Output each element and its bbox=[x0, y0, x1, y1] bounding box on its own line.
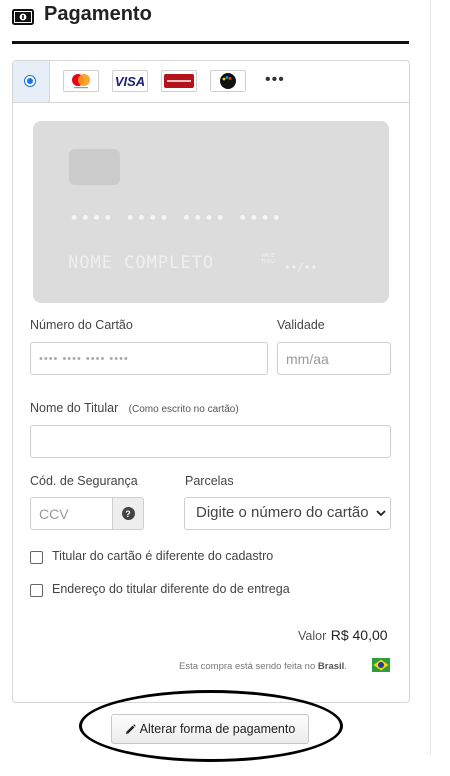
chevron-down-icon bbox=[372, 498, 390, 529]
section-title: Pagamento bbox=[44, 3, 152, 25]
visa-icon: VISA bbox=[112, 70, 148, 92]
column-divider bbox=[430, 0, 431, 755]
card-preview-valid-thru: VALID THRU bbox=[261, 253, 276, 265]
mastercard-icon bbox=[63, 70, 99, 92]
total-value: R$ 40,00 bbox=[330, 627, 388, 643]
credit-card-radio[interactable] bbox=[13, 61, 50, 102]
card-preview-name: NOME COMPLETO bbox=[68, 253, 215, 273]
elo-icon bbox=[210, 70, 246, 92]
holder-different-label: Titular do cartão é diferente do cadastr… bbox=[52, 549, 274, 563]
holder-label: Nome do Titular (Como escrito no cartão) bbox=[30, 401, 239, 415]
purchase-country-note: Esta compra está sendo feita no Brasil. bbox=[179, 661, 347, 672]
radio-selected-icon bbox=[24, 75, 36, 87]
security-code-label: Cód. de Segurança bbox=[30, 474, 138, 488]
holder-hint: (Como escrito no cartão) bbox=[128, 404, 239, 415]
card-chip-icon bbox=[69, 149, 120, 185]
expiry-input[interactable]: mm/aa bbox=[277, 342, 391, 375]
brazil-flag-icon bbox=[372, 658, 390, 672]
card-number-label: Número do Cartão bbox=[30, 318, 133, 332]
card-preview: •••• •••• •••• •••• NOME COMPLETO VALID … bbox=[33, 121, 389, 303]
installments-label: Parcelas bbox=[185, 474, 234, 488]
card-preview-number: •••• •••• •••• •••• bbox=[69, 209, 283, 229]
installments-select[interactable]: Digite o número do cartão bbox=[184, 497, 391, 530]
address-different-label: Endereço do titular diferente do de entr… bbox=[52, 582, 290, 596]
money-bill-icon bbox=[12, 9, 34, 25]
header-rule bbox=[12, 41, 409, 44]
country-suffix: . bbox=[344, 661, 347, 672]
more-methods-icon[interactable]: ••• bbox=[265, 71, 285, 89]
total-label: Valor bbox=[298, 629, 327, 643]
payment-panel: VISA ••• •••• •••• •••• •••• NOME COMPLE… bbox=[12, 60, 410, 703]
security-code-input[interactable]: CCV bbox=[30, 497, 113, 530]
holder-different-checkbox[interactable] bbox=[30, 551, 43, 564]
country-prefix: Esta compra está sendo feita no bbox=[179, 661, 316, 672]
pencil-icon bbox=[125, 723, 136, 734]
expiry-label: Validade bbox=[277, 318, 325, 332]
payment-method-bar: VISA ••• bbox=[13, 61, 409, 103]
country-name: Brasil bbox=[317, 661, 345, 672]
installments-selected-value: Digite o número do cartão bbox=[196, 504, 369, 521]
security-code-help-button[interactable]: ? bbox=[113, 497, 144, 530]
address-different-checkbox[interactable] bbox=[30, 584, 43, 597]
change-payment-method-label: Alterar forma de pagamento bbox=[139, 722, 296, 736]
card-preview-expiry: ••/•• bbox=[284, 261, 318, 274]
total-amount: Valor R$ 40,00 bbox=[298, 627, 388, 645]
card-number-input[interactable]: •••• •••• •••• •••• bbox=[30, 342, 268, 375]
question-icon: ? bbox=[121, 507, 135, 520]
holder-label-text: Nome do Titular bbox=[30, 401, 119, 415]
change-payment-method-button[interactable]: Alterar forma de pagamento bbox=[111, 714, 309, 744]
holder-name-input[interactable] bbox=[30, 425, 391, 458]
svg-text:VISA: VISA bbox=[115, 74, 145, 89]
payment-section-header: Pagamento bbox=[12, 2, 410, 44]
hipercard-icon bbox=[161, 70, 197, 92]
